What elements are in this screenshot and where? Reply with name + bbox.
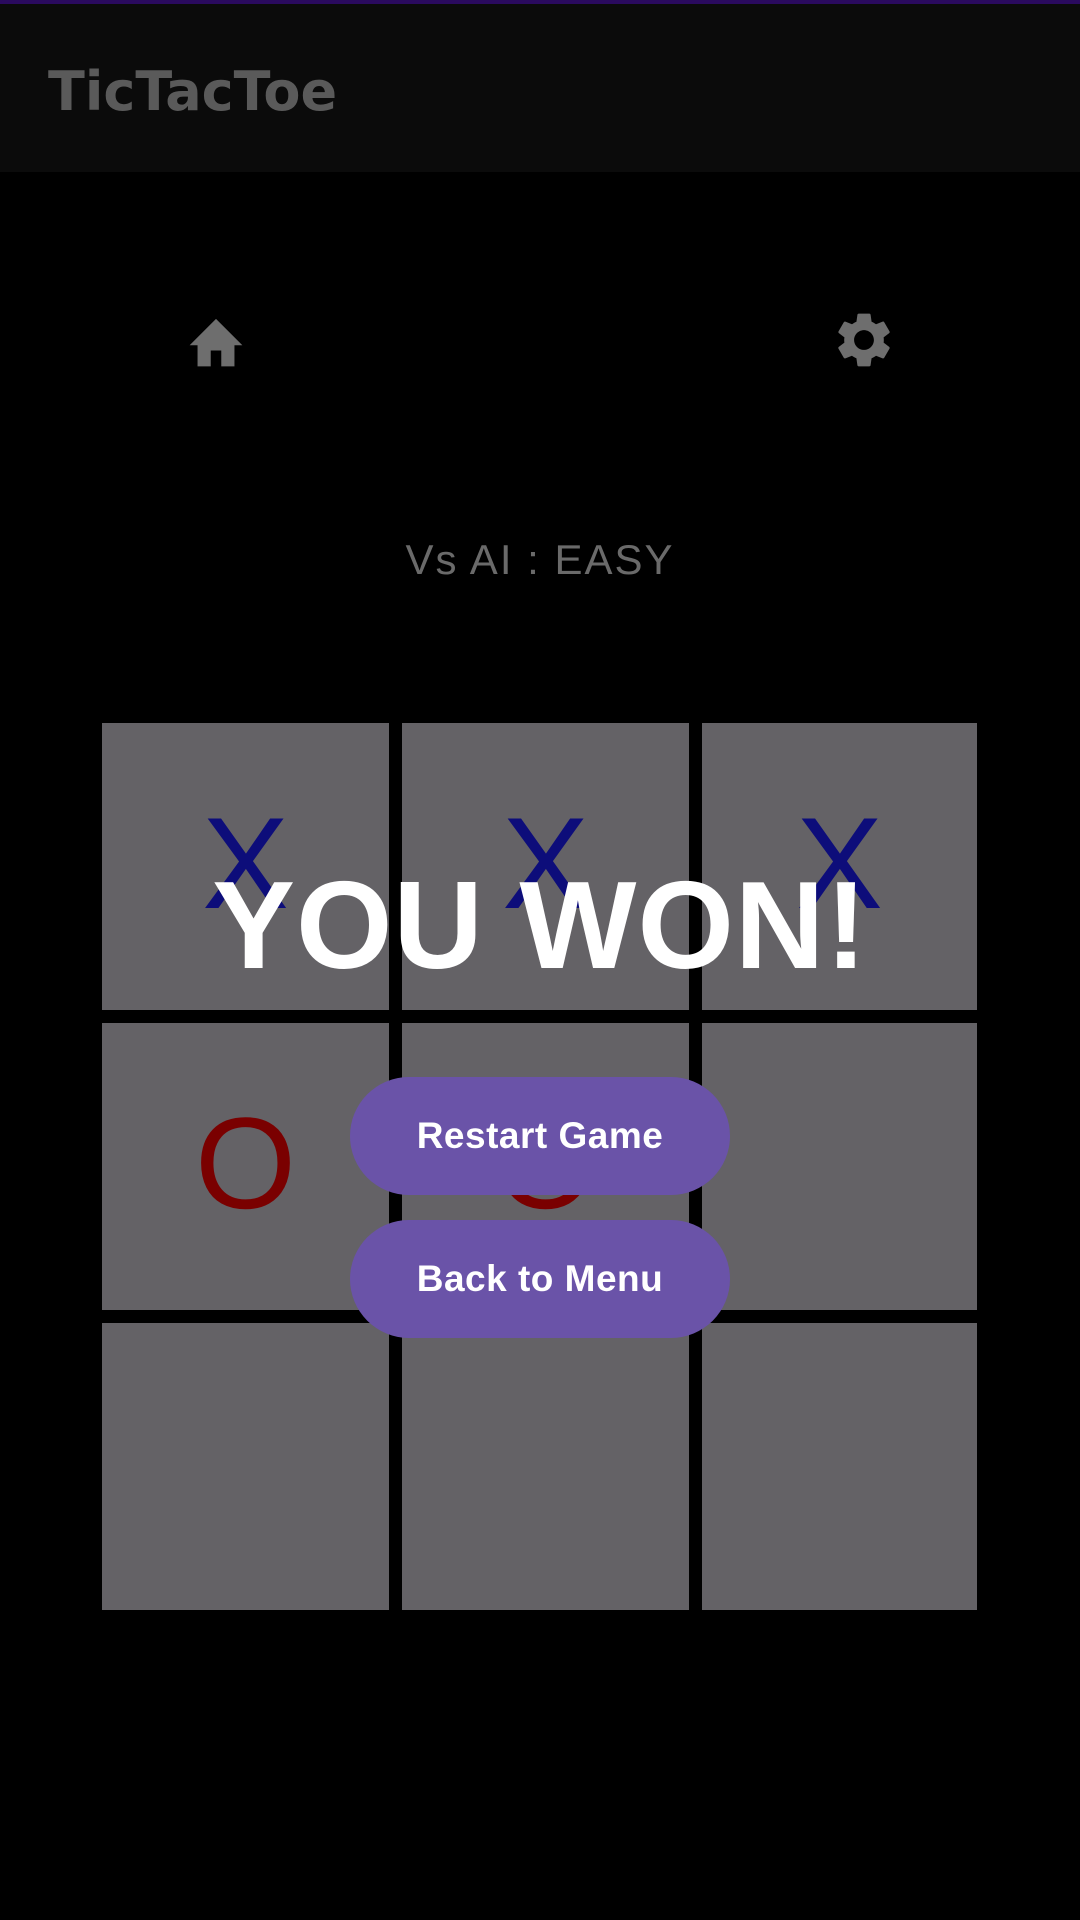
board-cell[interactable] (702, 1023, 977, 1310)
gear-icon (838, 313, 890, 367)
app-title: TicTacToe (48, 60, 338, 123)
board-cell[interactable] (702, 1323, 977, 1610)
game-mode-label: Vs AI : EASY (405, 536, 675, 583)
result-text: YOU WON! (212, 857, 868, 995)
board-cell[interactable]: O (102, 1023, 389, 1310)
board-cell[interactable] (402, 1323, 689, 1610)
restart-game-button[interactable]: Restart Game (350, 1077, 730, 1195)
back-to-menu-button[interactable]: Back to Menu (350, 1220, 730, 1338)
home-icon (189, 318, 243, 367)
settings-button[interactable] (820, 296, 908, 384)
app-bar: TicTacToe (0, 4, 1080, 172)
home-button[interactable] (172, 296, 260, 384)
board-cell[interactable] (102, 1323, 389, 1610)
game-screen: TicTacToe Vs AI : EASY X X X O O YOU WON… (0, 0, 1080, 1920)
cell-mark: O (194, 1089, 297, 1236)
